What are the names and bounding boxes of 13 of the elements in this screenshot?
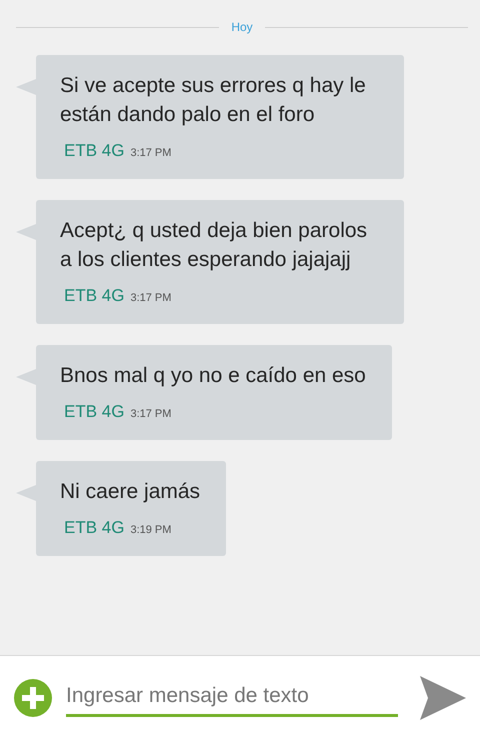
message-text: Si ve acepte sus errores q hay le están dando palo en el foro <box>60 73 367 128</box>
message-time: 3:19 PM <box>130 524 172 536</box>
sim-label: ETB 4G <box>64 286 124 306</box>
message-time: 3:17 PM <box>130 408 172 420</box>
message-text: Bnos mal q yo no e caído en eso <box>60 363 366 389</box>
message-text: Ni caere jamás <box>60 479 200 505</box>
sim-label: ETB 4G <box>64 141 124 161</box>
message-time: 3:17 PM <box>130 147 172 159</box>
message-text: Acept¿ q usted deja bien parolos a los clientes esperando jajajajj <box>60 218 368 273</box>
message-time: 3:17 PM <box>130 292 172 304</box>
sim-label: ETB 4G <box>64 402 124 422</box>
sim-label: ETB 4G <box>64 518 124 538</box>
date-label: Hoy <box>231 20 253 34</box>
